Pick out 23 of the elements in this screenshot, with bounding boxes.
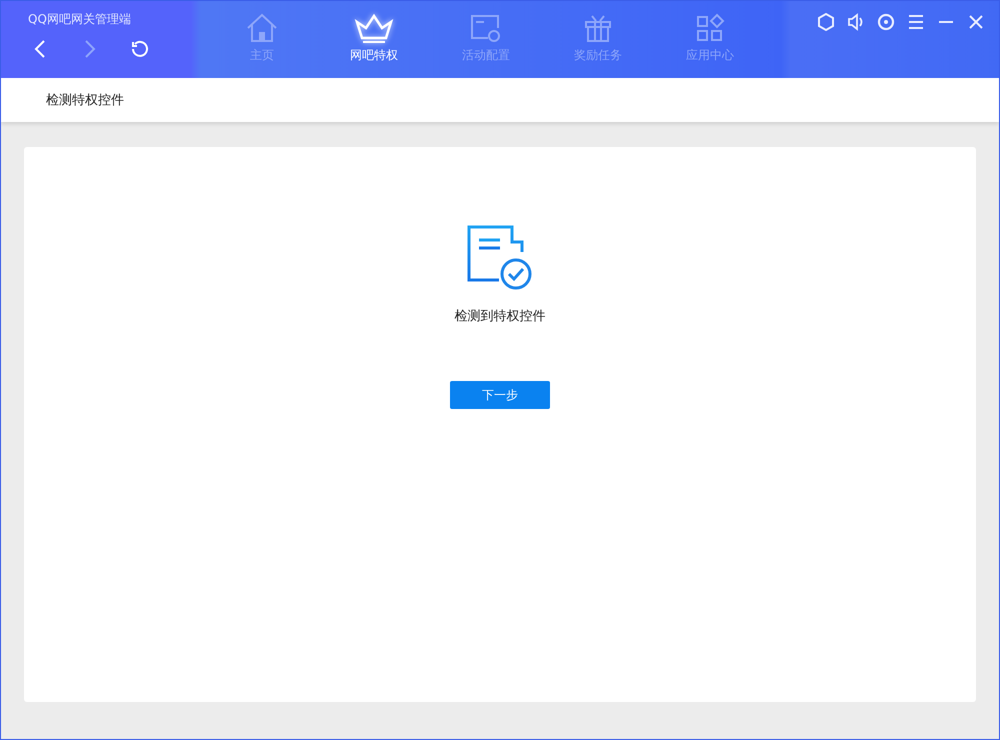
document-check-icon (467, 225, 533, 291)
home-icon (246, 13, 278, 43)
close-icon[interactable] (967, 13, 985, 31)
nav-tab[interactable]: 奖励任务 (542, 1, 654, 78)
gift-icon (583, 13, 613, 43)
apps-icon (695, 13, 725, 43)
nav-tab[interactable]: 网吧特权 (318, 1, 430, 78)
nav-tab[interactable]: 应用中心 (654, 1, 766, 78)
nav-tab[interactable]: 活动配置 (430, 1, 542, 78)
page-title: 检测特权控件 (46, 92, 124, 109)
crown-icon (354, 13, 394, 43)
settings-icon[interactable] (877, 13, 895, 31)
chevron-left-icon (34, 40, 46, 58)
window-title: QQ网吧网关管理端 (28, 11, 132, 28)
chevron-right-icon (84, 40, 96, 58)
refresh-icon (131, 40, 149, 58)
menu-icon[interactable] (907, 13, 925, 31)
speaker-icon[interactable] (847, 13, 865, 31)
nav-tab[interactable]: 主页 (206, 1, 318, 78)
next-button[interactable]: 下一步 (450, 381, 550, 409)
status-message: 检测到特权控件 (454, 308, 546, 325)
hexagon-icon[interactable] (817, 13, 835, 31)
settings-document-icon (470, 13, 502, 43)
